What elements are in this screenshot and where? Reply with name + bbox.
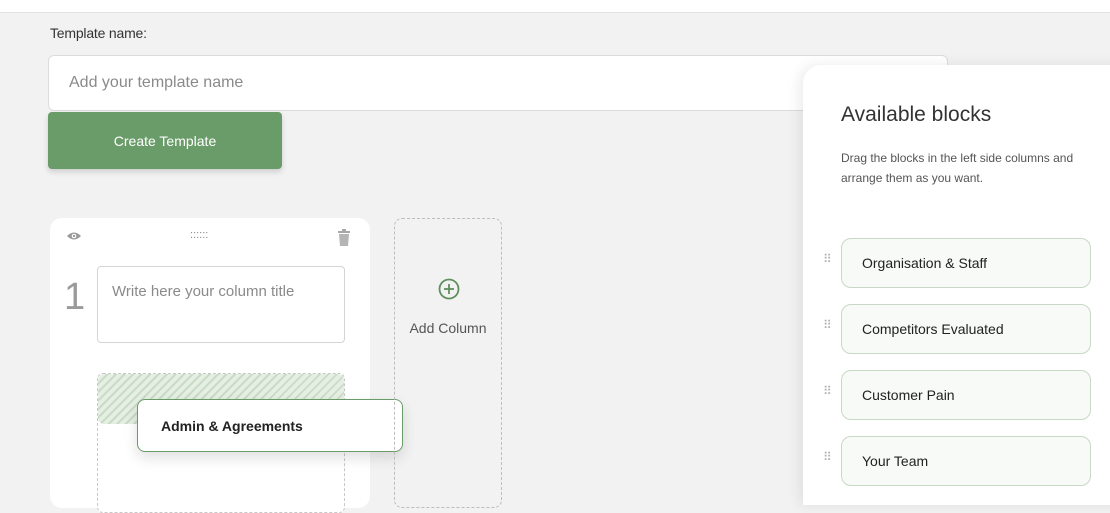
block-chip[interactable]: Customer Pain [841,370,1091,420]
top-bar [0,0,1110,13]
trash-icon[interactable] [337,229,351,246]
column-number: 1 [64,276,86,318]
add-column-button[interactable]: Add Column [394,218,502,508]
block-item[interactable]: ⠿ Your Team [803,436,1110,486]
block-item[interactable]: ⠿ Organisation & Staff [803,238,1110,288]
block-chip[interactable]: Competitors Evaluated [841,304,1091,354]
dragging-block[interactable]: Admin & Agreements [137,399,403,452]
panel-title: Available blocks [841,103,992,126]
create-template-button[interactable]: Create Template [48,112,282,169]
block-chip[interactable]: Organisation & Staff [841,238,1091,288]
dragging-block-label: Admin & Agreements [161,417,303,434]
drag-handle-icon[interactable]: ⠿ [823,451,833,463]
block-item[interactable]: ⠿ Customer Pain [803,370,1110,420]
block-item[interactable]: ⠿ Competitors Evaluated [803,304,1110,354]
plus-circle-icon [438,278,460,300]
drag-handle-icon[interactable]: ⠿ [823,253,833,265]
template-name-label: Template name: [50,25,147,41]
block-chip[interactable]: Your Team [841,436,1091,486]
column-title-input[interactable] [97,266,345,343]
add-column-label: Add Column [409,320,487,336]
column-drag-handle[interactable]: :::::: [190,230,208,241]
available-blocks-panel: Available blocks Drag the blocks in the … [803,65,1110,505]
drag-handle-icon[interactable]: ⠿ [823,385,833,397]
column-card: :::::: 1 [50,218,370,513]
eye-icon[interactable] [66,230,82,242]
drag-handle-icon[interactable]: ⠿ [823,319,833,331]
panel-description: Drag the blocks in the left side columns… [841,151,1074,185]
